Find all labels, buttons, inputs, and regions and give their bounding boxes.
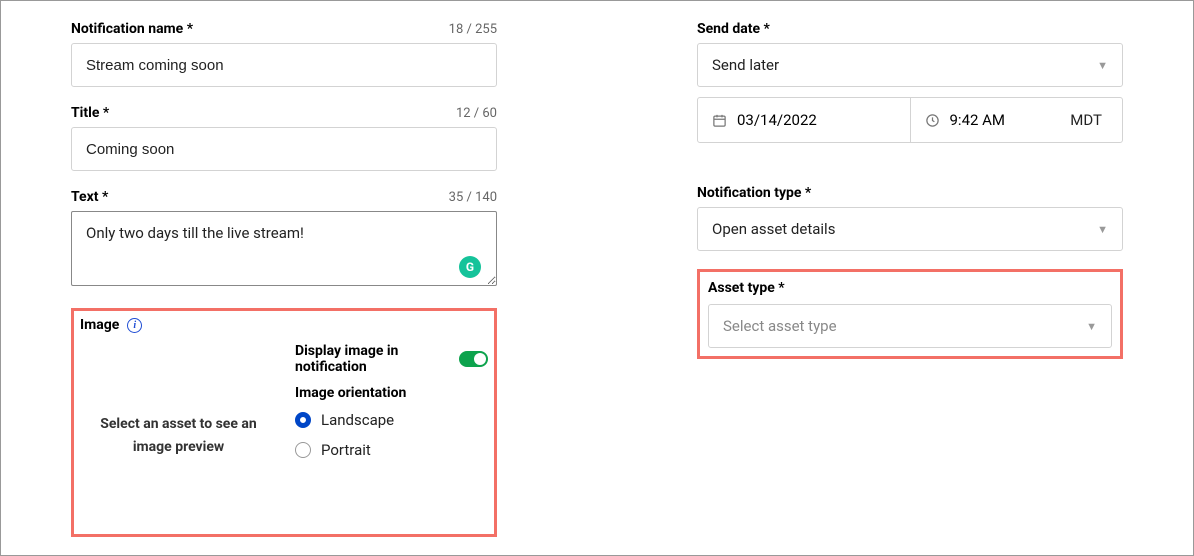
info-icon[interactable]: i bbox=[127, 318, 142, 333]
title-input[interactable] bbox=[71, 127, 497, 171]
send-date-label: Send date * bbox=[697, 21, 770, 37]
chevron-down-icon: ▼ bbox=[1097, 223, 1108, 236]
display-image-toggle[interactable] bbox=[459, 351, 488, 367]
send-date-select[interactable]: Send later ▼ bbox=[697, 43, 1123, 87]
notification-type-label: Notification type * bbox=[697, 185, 811, 201]
right-column: Send date * Send later ▼ 03/14/2022 9:4 bbox=[697, 21, 1123, 537]
notification-type-select[interactable]: Open asset details ▼ bbox=[697, 207, 1123, 251]
asset-type-highlight: Asset type * Select asset type ▼ bbox=[697, 269, 1123, 359]
timezone-value: MDT bbox=[1070, 111, 1108, 129]
orientation-landscape-radio[interactable]: Landscape bbox=[295, 411, 488, 429]
asset-type-select[interactable]: Select asset type ▼ bbox=[708, 304, 1112, 348]
chevron-down-icon: ▼ bbox=[1097, 59, 1108, 72]
date-picker[interactable]: 03/14/2022 bbox=[698, 98, 911, 142]
orientation-portrait-radio[interactable]: Portrait bbox=[295, 441, 488, 459]
image-controls: Display image in notification Image orie… bbox=[295, 343, 488, 528]
asset-type-label: Asset type * bbox=[708, 280, 785, 296]
image-preview-text: Select an asset to see an image preview bbox=[100, 413, 257, 458]
calendar-icon bbox=[712, 113, 727, 128]
notification-name-group: Notification name * 18 / 255 bbox=[71, 21, 497, 87]
image-label: Image bbox=[80, 317, 119, 333]
asset-type-placeholder: Select asset type bbox=[723, 317, 837, 335]
notification-name-counter: 18 / 255 bbox=[449, 22, 497, 37]
text-textarea[interactable] bbox=[71, 211, 497, 286]
clock-icon bbox=[925, 113, 940, 128]
radio-unchecked-icon bbox=[295, 442, 311, 458]
chevron-down-icon: ▼ bbox=[1086, 320, 1097, 333]
datetime-row: 03/14/2022 9:42 AM MDT bbox=[697, 97, 1123, 143]
notification-name-input[interactable] bbox=[71, 43, 497, 87]
radio-checked-icon bbox=[295, 412, 311, 428]
notification-name-label: Notification name * bbox=[71, 21, 193, 37]
left-column: Notification name * 18 / 255 Title * 12 … bbox=[71, 21, 497, 537]
date-value: 03/14/2022 bbox=[737, 111, 817, 129]
orientation-portrait-label: Portrait bbox=[321, 441, 371, 459]
time-picker[interactable]: 9:42 AM MDT bbox=[911, 98, 1123, 142]
time-value: 9:42 AM bbox=[950, 111, 1006, 129]
orientation-label: Image orientation bbox=[295, 385, 488, 401]
image-preview-box: Select an asset to see an image preview bbox=[80, 343, 277, 528]
notification-type-value: Open asset details bbox=[712, 220, 835, 238]
text-group: Text * 35 / 140 G bbox=[71, 189, 497, 290]
title-group: Title * 12 / 60 bbox=[71, 105, 497, 171]
notification-type-group: Notification type * Open asset details ▼ bbox=[697, 185, 1123, 251]
send-date-group: Send date * Send later ▼ 03/14/2022 9:4 bbox=[697, 21, 1123, 143]
text-label: Text * bbox=[71, 189, 108, 205]
image-section-highlight: Image i Select an asset to see an image … bbox=[71, 308, 497, 537]
display-toggle-label: Display image in notification bbox=[295, 343, 459, 375]
text-counter: 35 / 140 bbox=[449, 190, 497, 205]
grammarly-icon: G bbox=[459, 256, 481, 278]
send-date-value: Send later bbox=[712, 56, 779, 74]
orientation-landscape-label: Landscape bbox=[321, 411, 394, 429]
title-counter: 12 / 60 bbox=[456, 106, 497, 121]
title-label: Title * bbox=[71, 105, 109, 121]
